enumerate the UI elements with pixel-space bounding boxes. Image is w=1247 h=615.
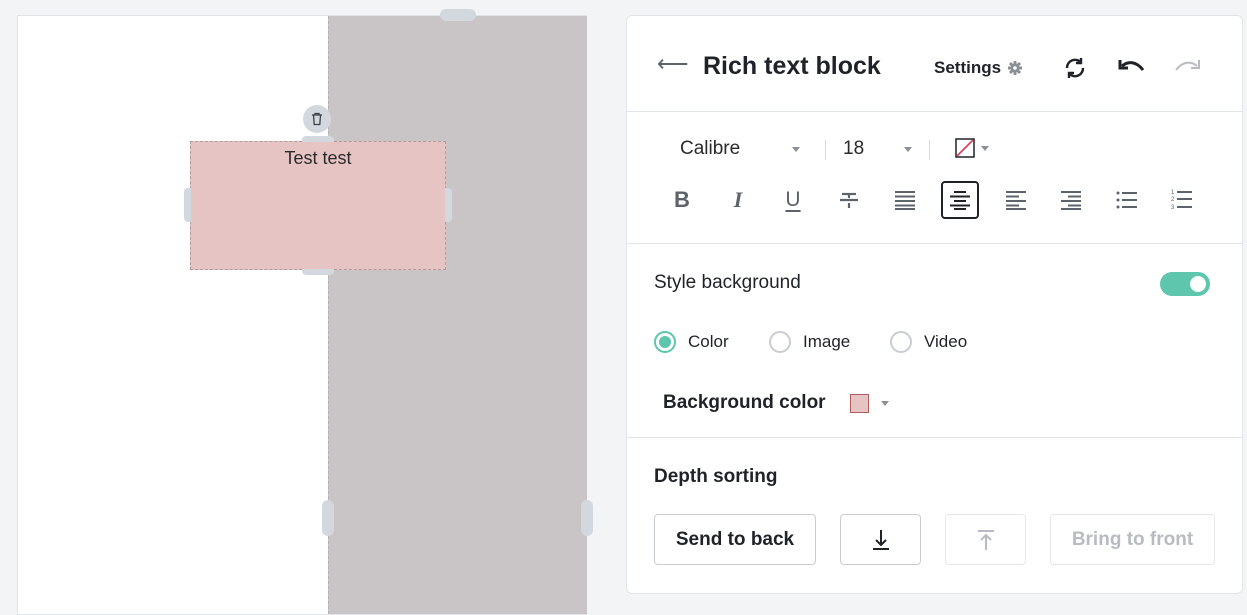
justify-button[interactable]: [886, 181, 924, 219]
block-resize-handle-left[interactable]: [184, 188, 191, 222]
background-option-color[interactable]: Color: [654, 331, 729, 353]
toggle-knob: [1190, 276, 1206, 292]
italic-icon: I: [733, 187, 743, 212]
bring-to-front-button[interactable]: Bring to front: [1050, 514, 1215, 565]
chevron-down-icon[interactable]: [880, 400, 889, 406]
bring-forward-button[interactable]: [945, 514, 1026, 565]
numbered-list-icon: 12 3: [1171, 190, 1192, 211]
block-resize-handle-top[interactable]: [302, 136, 334, 142]
sync-icon[interactable]: [1060, 54, 1090, 82]
radio-selected-icon: [654, 331, 676, 353]
send-to-back-label: Send to back: [675, 528, 795, 550]
divider: [929, 140, 930, 160]
text-format-section: Calibre 18 B I U 1 2 3: [627, 112, 1242, 244]
font-family-dropdown[interactable]: Calibre: [680, 138, 801, 160]
column-resize-handle-top[interactable]: [440, 9, 476, 21]
style-background-section: Style background Color Image Video Backg…: [627, 244, 1242, 438]
delete-block-button[interactable]: [303, 105, 331, 133]
align-left-icon: [1006, 191, 1026, 210]
underline-icon: U: [785, 188, 801, 211]
column-resize-handle-left[interactable]: [322, 500, 334, 536]
panel-header: ⟵ Rich text block Settings: [627, 16, 1242, 112]
background-color-row: Background color: [663, 392, 889, 414]
bold-button[interactable]: B: [663, 181, 701, 219]
block-resize-handle-right[interactable]: [445, 188, 452, 222]
underline-button[interactable]: U: [774, 181, 812, 219]
align-right-button[interactable]: [1052, 181, 1090, 219]
arrow-left-icon[interactable]: ⟵: [657, 53, 689, 75]
bullet-list-button[interactable]: [1108, 181, 1146, 219]
svg-text:2: 2: [1171, 197, 1175, 203]
svg-text:3: 3: [1171, 205, 1175, 211]
gear-icon: [1008, 61, 1023, 75]
style-background-label: Style background: [654, 272, 801, 293]
arrow-up-to-line-icon: [977, 529, 994, 550]
align-left-button[interactable]: [997, 181, 1035, 219]
text-color-dropdown[interactable]: [955, 138, 989, 158]
font-size-value: 18: [843, 138, 865, 159]
align-center-icon: [950, 191, 970, 210]
strikethrough-button[interactable]: [830, 181, 868, 219]
trash-icon: [312, 112, 322, 126]
divider: [825, 140, 826, 160]
block-text[interactable]: Test test: [191, 142, 445, 169]
option-label: Color: [688, 332, 729, 351]
background-color-swatch[interactable]: [849, 393, 869, 413]
strikethrough-icon: [840, 192, 858, 208]
chevron-down-icon: [904, 146, 913, 152]
numbered-list-button[interactable]: 12 3: [1163, 181, 1201, 219]
no-color-swatch-icon: [955, 138, 975, 158]
background-option-video[interactable]: Video: [890, 331, 967, 353]
layout-column[interactable]: [328, 16, 587, 614]
send-to-back-button[interactable]: Send to back: [654, 514, 816, 565]
rich-text-block[interactable]: Test test: [184, 136, 452, 275]
chevron-down-icon: [792, 146, 801, 152]
panel-title: Rich text block: [703, 52, 881, 80]
bullet-list-icon: [1116, 191, 1137, 209]
font-size-dropdown[interactable]: 18: [843, 138, 913, 160]
option-label: Image: [803, 332, 851, 351]
depth-sorting-label: Depth sorting: [654, 466, 778, 487]
undo-icon[interactable]: [1117, 54, 1147, 82]
font-family-value: Calibre: [680, 138, 741, 159]
redo-icon[interactable]: [1172, 54, 1202, 82]
arrow-down-to-line-icon: [872, 529, 889, 550]
radio-icon: [890, 331, 912, 353]
italic-button[interactable]: I: [719, 181, 757, 219]
bold-icon: B: [674, 187, 690, 212]
radio-icon: [769, 331, 791, 353]
svg-text:1: 1: [1171, 190, 1175, 196]
editor-canvas[interactable]: Test test: [17, 9, 593, 615]
chevron-down-icon: [981, 145, 989, 151]
background-color-label: Background color: [663, 392, 826, 413]
align-right-icon: [1061, 191, 1081, 210]
send-backward-button[interactable]: [840, 514, 921, 565]
background-option-image[interactable]: Image: [769, 331, 850, 353]
bring-to-front-label: Bring to front: [1071, 528, 1194, 550]
settings-button[interactable]: Settings: [934, 58, 1023, 78]
column-resize-handle-right[interactable]: [581, 500, 593, 536]
settings-label: Settings: [934, 58, 1002, 77]
option-label: Video: [924, 332, 968, 351]
align-center-button[interactable]: [941, 181, 979, 219]
style-background-toggle[interactable]: [1160, 272, 1210, 296]
block-resize-handle-bottom[interactable]: [302, 269, 334, 275]
align-justify-icon: [895, 191, 915, 210]
depth-sorting-section: Depth sorting Send to back Bring to fron…: [627, 438, 1242, 594]
properties-panel: ⟵ Rich text block Settings Calibre 18 B …: [626, 15, 1243, 594]
